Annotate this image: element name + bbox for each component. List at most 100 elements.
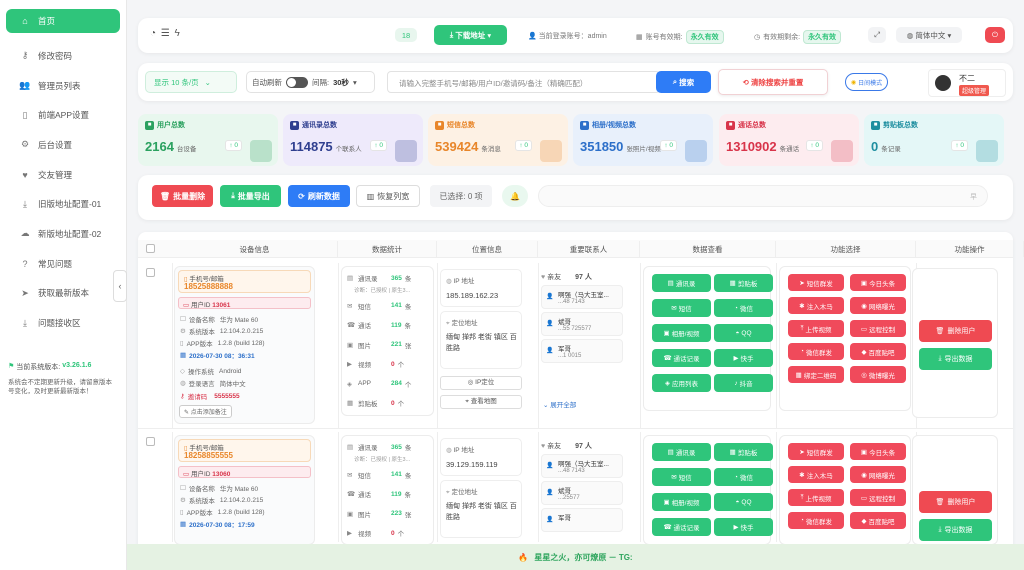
sidebar-item-8[interactable]: ? 常见问题 [6, 249, 120, 279]
data-view-button[interactable]: ♪ 抖音 [714, 374, 773, 392]
data-view-button[interactable]: ◓ QQ [714, 493, 773, 511]
data-view-button[interactable]: ▣ 相册/视频 [652, 493, 711, 511]
ip-locate-button[interactable]: ◎ IP定位 [440, 376, 522, 390]
data-view-button[interactable]: ☎ 通话记录 [652, 349, 711, 367]
sidebar-item-5[interactable]: ♥ 交友管理 [6, 160, 120, 190]
data-stat-line[interactable]: ✉ 短信 141 条 [347, 301, 411, 311]
contact-card[interactable]: 👤 军哥 [541, 508, 623, 532]
contact-card[interactable]: 👤 斌哥 ...25577 [541, 481, 623, 505]
data-view-button[interactable]: ▦ 剪贴板 [714, 274, 773, 292]
sidebar-item-7[interactable]: ☁ 新版地址配置-02 [6, 219, 120, 249]
feature-button[interactable]: ◆ 百度贴吧 [850, 512, 906, 529]
feature-button[interactable]: ➤ 短信群发 [788, 443, 844, 460]
data-view-button[interactable]: ◓ QQ [714, 324, 773, 342]
export-data-button[interactable]: ⤓ 导出数据 [919, 348, 992, 370]
contact-card[interactable]: 👤 军哥 ...1 0015 [541, 339, 623, 363]
feature-button[interactable]: ▭ 远程控制 [850, 489, 906, 506]
delete-user-button[interactable]: 🗑 删除用户 [919, 320, 992, 342]
data-view-button[interactable]: ✉ 短信 [652, 468, 711, 486]
theme-toggle[interactable]: ◉ 日间模式 [845, 73, 888, 91]
download-icon: ⤓ [23, 198, 27, 209]
restore-width-button[interactable]: ▥ 恢复列宽 [356, 185, 420, 207]
sidebar-item-0[interactable]: ⌂ 首页 [6, 9, 120, 33]
row-checkbox[interactable] [146, 268, 155, 277]
select-all-checkbox[interactable] [146, 244, 155, 253]
data-stat-line[interactable]: ☎ 通话 119 条 [347, 320, 411, 331]
data-view-button[interactable]: ◈ 应用列表 [652, 374, 711, 392]
sidebar-item-10[interactable]: ⤓ 问题接收区 [6, 308, 120, 338]
data-view-button[interactable]: ☎ 通话记录 [652, 518, 711, 536]
data-stat-line[interactable]: ▦ 剪贴板 0 个 [347, 398, 404, 409]
data-stat-line[interactable]: ▶ 视频 0 个 [347, 528, 404, 539]
sidebar-item-1[interactable]: ⚷ 修改密码 [6, 41, 120, 71]
sidebar-item-4[interactable]: ⚙ 后台设置 [6, 130, 120, 160]
interval-select[interactable]: 30秒 [333, 77, 349, 88]
feature-button[interactable]: ◉ 网络曝光 [850, 466, 906, 483]
data-view-button[interactable]: ▶ 快手 [714, 349, 773, 367]
data-stat-line[interactable]: ▤ 通讯录 365 条 [347, 442, 411, 453]
feature-button[interactable]: ⤒ 上传视频 [788, 320, 844, 337]
sidebar-item-3[interactable]: ▯ 前端APP设置 [6, 100, 120, 130]
sidebar-item-2[interactable]: 👥 管理员列表 [6, 71, 120, 101]
feature-button[interactable]: ▦ 绑定二维码 [788, 366, 844, 383]
feature-button[interactable]: ◔ 微信群发 [788, 343, 844, 360]
refresh-data-button[interactable]: ⟳ 刷新数据 [288, 185, 350, 207]
fullscreen-button[interactable]: ⤢ [868, 27, 886, 43]
page-size-select[interactable]: 显示 10 条/页 ⌄ [145, 71, 237, 93]
expand-all-link[interactable]: ⌄ 展开全部 [543, 399, 576, 409]
export-data-button[interactable]: ⤓ 导出数据 [919, 519, 992, 541]
feature-button[interactable]: ✱ 注入木马 [788, 466, 844, 483]
auto-refresh-label: 自动刷新 [252, 77, 282, 87]
sun-icon: ◉ [850, 79, 857, 86]
data-stat-line[interactable]: ▣ 图片 221 张 [347, 340, 411, 350]
data-stat-line[interactable]: ◈ APP 284 个 [347, 379, 411, 389]
data-view-button[interactable]: ▣ 相册/视频 [652, 324, 711, 342]
batch-export-button[interactable]: ⤓ 批量导出 [220, 185, 281, 207]
auto-refresh-toggle[interactable] [286, 76, 308, 88]
language-select[interactable]: ◍ 简体中文 ▾ [896, 27, 962, 43]
sidebar-item-6[interactable]: ⤓ 旧版地址配置-01 [6, 189, 120, 219]
broadcast-icon: ◉ [861, 471, 867, 479]
search-input[interactable]: 请输入完整手机号/邮箱/用户ID/邀请码/备注（精确匹配） [387, 71, 660, 93]
data-view-button[interactable]: ◔ 微信 [714, 468, 773, 486]
data-stat-line[interactable]: ▣ 图片 223 张 [347, 509, 411, 519]
data-stat-line[interactable]: ✉ 短信 141 条 [347, 470, 411, 480]
data-view-button[interactable]: ▦ 剪贴板 [714, 443, 773, 461]
feature-button[interactable]: ⤒ 上传视频 [788, 489, 844, 506]
contact-card[interactable]: 👤 啊强（马大玉室... ...48 7143 [541, 454, 623, 478]
delete-user-label: 删除用户 [947, 328, 976, 335]
feature-button[interactable]: ▣ 今日头条 [850, 274, 906, 291]
batch-delete-button[interactable]: 🗑 批量删除 [152, 185, 213, 207]
add-note-button[interactable]: ✎ 点击添加备注 [179, 405, 232, 418]
feature-button[interactable]: ◎ 微博曝光 [850, 366, 906, 383]
feature-button[interactable]: ◉ 网络曝光 [850, 297, 906, 314]
data-view-button[interactable]: ▤ 通讯录 [652, 274, 711, 292]
logout-button[interactable]: ⏻ [985, 27, 1005, 43]
data-view-button[interactable]: ▶ 快手 [714, 518, 773, 536]
search-button[interactable]: ⌕ 搜索 [656, 71, 711, 93]
data-view-button[interactable]: ▤ 通讯录 [652, 443, 711, 461]
feature-button[interactable]: ✱ 注入木马 [788, 297, 844, 314]
download-address-button[interactable]: ⤓ 下载地址 ▾ [434, 25, 507, 45]
user-card[interactable]: 不二 超级管理 [928, 69, 1006, 97]
data-view-button[interactable]: ◔ 微信 [714, 299, 773, 317]
feature-button[interactable]: ➤ 短信群发 [788, 274, 844, 291]
sidebar-collapse-button[interactable]: ‹ [113, 270, 127, 302]
feature-button[interactable]: ▣ 今日头条 [850, 443, 906, 460]
notification-bell-button[interactable]: 🔔 [502, 185, 528, 207]
data-view-button[interactable]: ✉ 短信 [652, 299, 711, 317]
contact-card[interactable]: 👤 啊强（马大玉室... ...48 7143 [541, 285, 623, 309]
contact-card[interactable]: 👤 斌哥 ...55 725577 [541, 312, 623, 336]
row-checkbox[interactable] [146, 437, 155, 446]
feature-button[interactable]: ◆ 百度贴吧 [850, 343, 906, 360]
view-map-button[interactable]: ⌖ 查看地图 [440, 395, 522, 409]
feature-button[interactable]: ◔ 微信群发 [788, 512, 844, 529]
data-stat-line[interactable]: ☎ 通话 119 条 [347, 489, 411, 500]
data-stat-line[interactable]: ▤ 通讯录 365 条 [347, 273, 411, 284]
sidebar-item-9[interactable]: ➤ 获取最新版本 [6, 279, 120, 309]
feature-button[interactable]: ▭ 远程控制 [850, 320, 906, 337]
data-stat-line[interactable]: ▶ 视频 0 个 [347, 359, 404, 370]
data-view-box: ▤ 通讯录 ▦ 剪贴板 ✉ 短信 ◔ 微信 ▣ 相册/视频 ◓ QQ ☎ 通话记录 ▶ 快手 ◈ 应用列表 ♪ 抖音 [643, 266, 773, 411]
delete-user-button[interactable]: 🗑 删除用户 [919, 491, 992, 513]
clear-search-button[interactable]: ⟲ 清除搜索并重置 [718, 69, 828, 95]
